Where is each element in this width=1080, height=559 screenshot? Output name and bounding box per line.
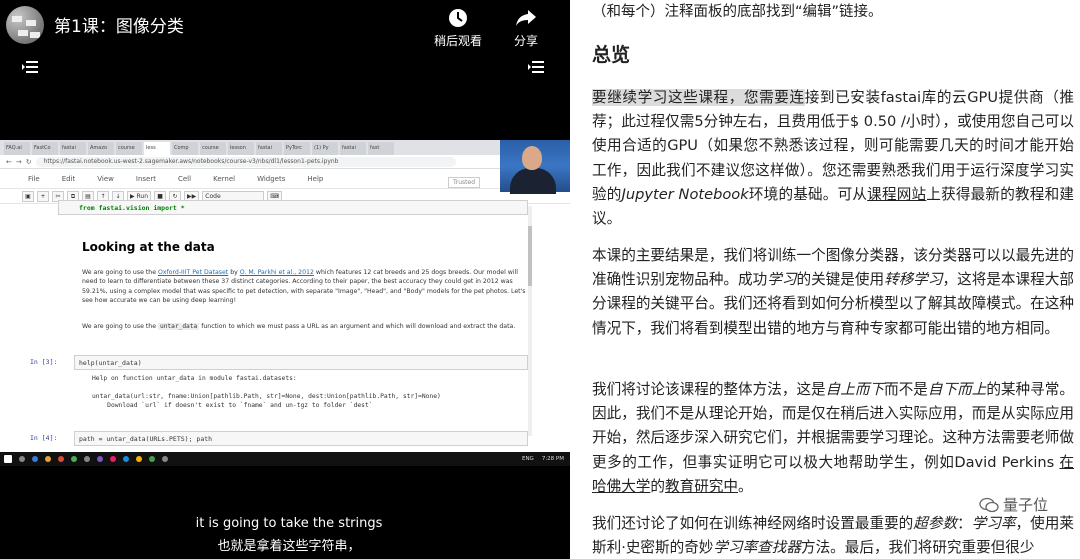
code-cell-untar: path = untar_data(URLs.PETS); path xyxy=(74,431,528,446)
prompt-in-3: In [3]: xyxy=(30,358,58,366)
jupyter-menu-item: Insert xyxy=(135,174,156,183)
article-paragraph-3: 我们将讨论该课程的整体方法，这是自上而下而不是自下而上的某种寻常。因此，我们不是… xyxy=(592,381,1074,495)
code-cell-import: from fastai.vision import * xyxy=(58,200,528,215)
playlist-right-icon[interactable] xyxy=(528,60,544,74)
jupyter-menu-item: View xyxy=(97,174,114,183)
article-paragraph-2: 本课的主要结果是，我们将训练一个图像分类器，该分类器可以以最先进的准确性识别宠物… xyxy=(592,247,1074,337)
paper-link: O. M. Parkhi et al., 2012 xyxy=(239,269,314,276)
watermark: 量子位 xyxy=(974,494,1052,515)
prompt-in-4: In [4]: xyxy=(30,434,58,442)
import-code: from fastai.vision import * xyxy=(79,204,185,212)
channel-avatar[interactable] xyxy=(6,6,44,44)
browser-tab: fast xyxy=(368,142,394,155)
notebook-scrollbar xyxy=(528,206,532,436)
save-icon: ▣ xyxy=(22,190,34,202)
browser-tab: FastCo xyxy=(32,142,58,155)
video-header: 第1课：图像分类 稍后观看 分享 xyxy=(0,0,570,52)
presenter-webcam xyxy=(500,140,570,194)
notebook-heading: Looking at the data xyxy=(82,240,215,254)
browser-tab: Comp xyxy=(172,142,198,155)
jupyter-menu-bar: File Edit View Insert Cell Kernel Widgets Help xyxy=(0,169,570,189)
browser-tab: lesson xyxy=(228,142,254,155)
subtitles: it is going to take the strings 也就是拿着这些字… xyxy=(0,516,570,554)
browser-tab: Amazo xyxy=(88,142,114,155)
notebook-paragraph-2: We are going to use the untar_data funct… xyxy=(82,323,516,330)
share-button[interactable]: 分享 xyxy=(496,8,556,49)
browser-tab-strip: FAQ.ai FastCo fastai Amazo course less Comp cou… xyxy=(0,140,570,155)
browser-tab: course xyxy=(116,142,142,155)
highlighted-text: 要继续学习这些课程，您需要连 xyxy=(592,89,805,106)
browser-url-bar: ← → ↻ https://fastai.notebook.us-west-2.… xyxy=(0,155,570,169)
browser-tab: course xyxy=(200,142,226,155)
browser-tab: FAQ.ai xyxy=(4,142,30,155)
browser-tab: (1) Py xyxy=(312,142,338,155)
browser-tab: PyTorc xyxy=(284,142,310,155)
subtitle-chinese: 也就是拿着这些字符串， xyxy=(217,539,361,554)
notebook-body: from fastai.vision import * Looking at t… xyxy=(22,200,534,466)
watch-later-label: 稍后观看 xyxy=(433,34,482,48)
browser-tab: fastai xyxy=(256,142,282,155)
watch-later-button[interactable]: 稍后观看 xyxy=(428,8,488,49)
video-player[interactable]: 第1课：图像分类 稍后观看 分享 FAQ.ai FastCo fastai Amazo… xyxy=(0,0,570,559)
back-icon: ← xyxy=(6,157,12,166)
share-arrow-icon xyxy=(516,10,536,26)
jupyter-menu-item: Widgets xyxy=(257,174,286,183)
playlist-left-icon[interactable] xyxy=(22,60,38,74)
code-cell-help: help(untar_data) xyxy=(74,355,528,370)
article-pane[interactable]: （和每个）注释面板的底部找到“编辑”链接。 总览 要继续学习这些课程，您需要连接… xyxy=(570,0,1080,559)
browser-tab: fastai xyxy=(60,142,86,155)
overview-heading: 总览 xyxy=(592,44,631,66)
trusted-badge: Trusted xyxy=(447,177,480,188)
jupyter-menu-item: Kernel xyxy=(213,174,236,183)
jupyter-menu-item: Edit xyxy=(61,174,76,183)
dataset-link: Oxford-IIIT Pet Dataset xyxy=(157,269,229,276)
video-title[interactable]: 第1课：图像分类 xyxy=(54,12,184,37)
video-frame-screen: FAQ.ai FastCo fastai Amazo course less Comp cou… xyxy=(0,140,570,466)
forward-icon: → xyxy=(15,157,22,166)
article-paragraph-4: 我们还讨论了如何在训练神经网络时设置最重要的超参数：学习率，使用莱斯利·史密斯的… xyxy=(592,515,1074,557)
subtitle-english: it is going to take the strings xyxy=(195,516,383,531)
clock-icon xyxy=(449,9,467,27)
share-label: 分享 xyxy=(513,34,538,48)
jupyter-menu-item: Cell xyxy=(177,174,192,183)
jupyter-menu-item: Help xyxy=(307,174,324,183)
windows-taskbar: ENG 7:28 PM xyxy=(0,452,570,466)
article-top-line: （和每个）注释面板的底部找到“编辑”链接。 xyxy=(592,4,883,20)
course-site-link[interactable]: 课程网站 xyxy=(867,186,926,203)
notebook-paragraph-1: We are going to use the Oxford-IIIT Pet … xyxy=(82,269,526,305)
url-field: https://fastai.notebook.us-west-2.sagema… xyxy=(35,156,456,167)
browser-tab: fastai xyxy=(340,142,366,155)
article-paragraph-1: 要继续学习这些课程，您需要连接到已安装fastai库的云GPU提供商（推荐；此过… xyxy=(592,89,1074,228)
wechat-icon xyxy=(979,497,999,513)
windows-start-icon xyxy=(4,455,12,463)
jupyter-menu-item: File xyxy=(28,174,40,183)
reload-icon: ↻ xyxy=(25,157,32,166)
browser-tab: less xyxy=(144,142,170,155)
system-tray: ENG 7:28 PM xyxy=(521,456,564,462)
add-cell-icon: + xyxy=(37,190,49,202)
help-output: Help on function untar_data in module fa… xyxy=(92,375,441,409)
education-research-link[interactable]: 教育研究中 xyxy=(665,478,738,495)
